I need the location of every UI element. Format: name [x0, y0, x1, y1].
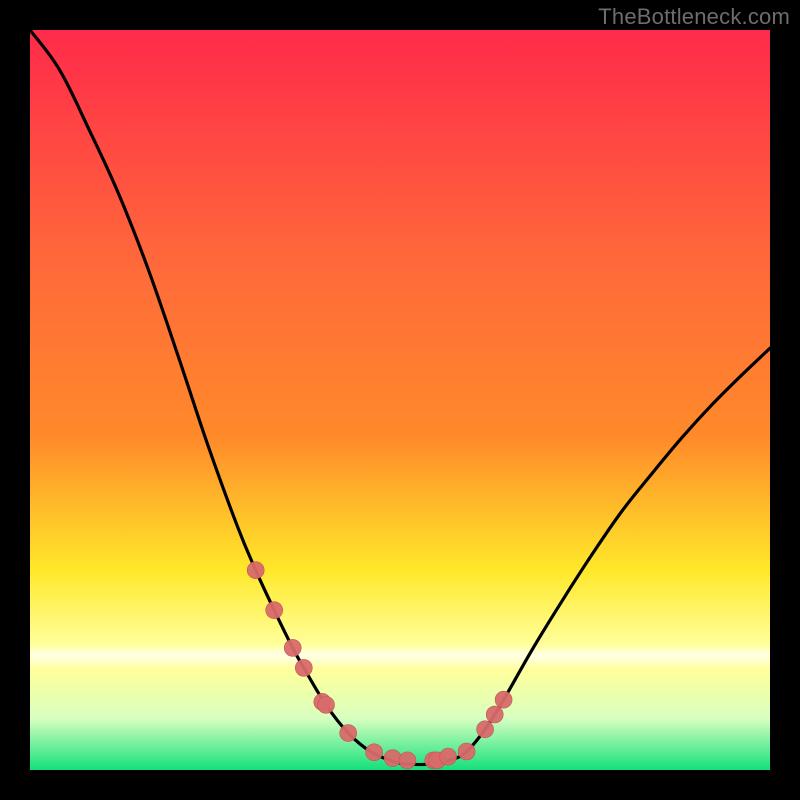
curve-marker: [318, 696, 335, 713]
curve-marker: [266, 602, 283, 619]
curve-marker: [458, 743, 475, 760]
curve-marker: [295, 659, 312, 676]
curve-marker: [340, 725, 357, 742]
curve-marker: [440, 748, 457, 765]
curve-marker: [495, 691, 512, 708]
curve-marker: [384, 750, 401, 767]
curve-marker: [284, 639, 301, 656]
curve-marker: [477, 721, 494, 738]
plot-area: [30, 30, 770, 770]
curve-marker: [366, 744, 383, 761]
curve-marker: [399, 752, 416, 769]
gradient-bg: [30, 30, 770, 770]
chart-frame: TheBottleneck.com: [0, 0, 800, 800]
curve-marker: [247, 562, 264, 579]
curve-marker: [486, 706, 503, 723]
watermark-text: TheBottleneck.com: [598, 4, 790, 30]
chart-svg: [30, 30, 770, 770]
